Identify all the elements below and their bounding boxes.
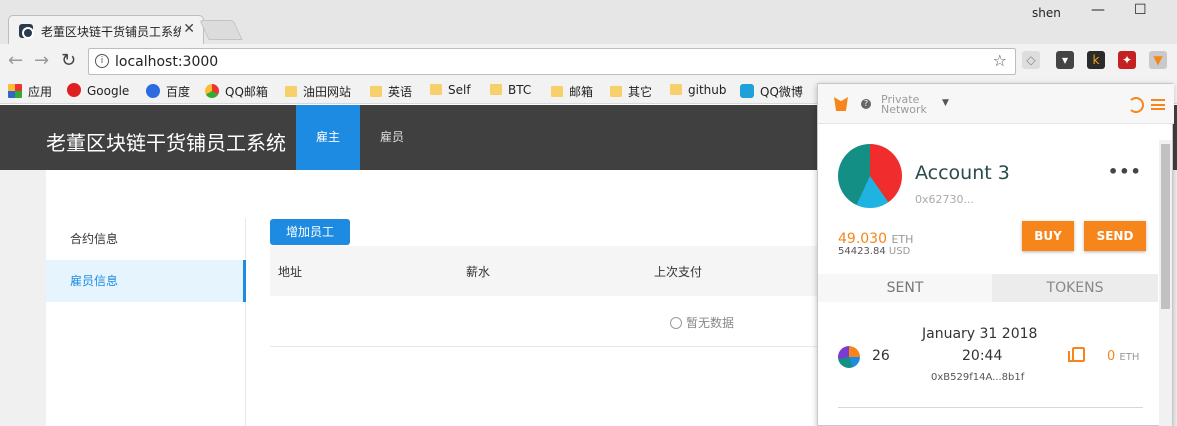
bookmark-apps[interactable]: 应用 [8,83,52,100]
folder-icon [430,84,442,95]
sync-icon[interactable] [1128,97,1144,113]
send-button[interactable]: SEND [1084,221,1146,251]
eth-balance: 49.030 ETH [838,231,914,247]
add-employee-button[interactable]: 增加员工 [270,219,350,245]
bookmark-folder-oilfield[interactable]: 油田网站 [285,83,351,100]
folder-icon [490,84,502,95]
bookmark-baidu[interactable]: 百度 [146,83,190,100]
account-name: Account 3 [915,162,1010,184]
menu-icon[interactable] [1151,99,1165,110]
account-more-icon[interactable]: ••• [1108,162,1142,181]
tab-title: 老董区块链干货铺员工系统 [41,25,181,39]
metamask-scroll-thumb[interactable] [1161,144,1170,309]
bookmark-folder-btc[interactable]: BTC [490,83,531,97]
browser-toolbar: ← → ↻ i localhost:3000 ☆ ◇ ▾ k ✦ ▼ [0,44,1177,78]
metamask-topbar: ? Private Network ▼ [818,84,1174,124]
shield-extension-icon[interactable]: ◇ [1022,51,1040,69]
tab-tokens[interactable]: TOKENS [992,274,1158,302]
tx-nonce: 26 [872,348,890,364]
apps-icon [8,84,22,98]
bookmark-folder-english[interactable]: 英语 [370,83,412,100]
tx-value: 0 ETH [1107,349,1140,364]
buy-button[interactable]: BUY [1022,221,1074,251]
back-icon[interactable]: ← [8,50,23,71]
nav-tab-employee[interactable]: 雇员 [360,105,424,170]
metamask-popup: ? Private Network ▼ Account 3 0x62730...… [817,83,1174,426]
copy-icon[interactable] [1068,347,1085,362]
metamask-tabs: SENT TOKENS [818,274,1158,302]
folder-icon [285,86,297,97]
tx-time: 20:44 [962,348,1003,364]
tx-hash[interactable]: 0xB529f14A...8b1f [931,372,1024,383]
qqmail-icon [205,84,219,98]
bookmark-star-icon[interactable]: ☆ [993,51,1007,70]
network-name[interactable]: Private Network [881,94,927,115]
folder-icon [370,86,382,97]
tab-sent[interactable]: SENT [818,274,992,302]
forward-icon[interactable]: → [34,50,49,71]
account-identicon [838,144,902,208]
account-address[interactable]: 0x62730... [915,193,974,206]
folder-icon [610,86,622,97]
tab-close-icon[interactable]: ✕ [183,21,195,37]
folder-icon [670,84,682,95]
app-title: 老董区块链干货铺员工系统 [46,131,286,155]
menu-item-employee-info[interactable]: 雇员信息 [46,260,246,302]
side-menu: 合约信息 雇员信息 [46,218,246,426]
address-bar[interactable]: i localhost:3000 ☆ [88,48,1016,75]
weibo-icon [740,84,754,98]
metamask-fox-icon [834,97,848,111]
folder-icon [551,86,563,97]
column-header-last-paid[interactable]: 上次支付 [654,263,702,280]
maximize-button[interactable]: ☐ [1134,2,1147,18]
bookmark-qqmail[interactable]: QQ邮箱 [205,83,268,100]
table-divider [270,346,830,347]
metamask-extension-icon[interactable]: ▼ [1149,51,1167,69]
table-empty-state: 暂无数据 [670,314,734,331]
network-dropdown-icon[interactable]: ▼ [942,98,949,108]
baidu-icon [146,84,160,98]
empty-text: 暂无数据 [686,316,735,330]
google-icon [67,83,81,97]
network-help-icon[interactable]: ? [861,99,871,109]
menu-item-contract-info[interactable]: 合约信息 [46,218,246,260]
new-tab-button[interactable] [199,20,243,40]
table-header: 地址 薪水 上次支付 [270,246,830,296]
tx-divider [838,407,1143,408]
minimize-button[interactable]: — [1091,2,1105,18]
info-icon[interactable]: i [95,54,109,68]
bookmark-folder-github[interactable]: github [670,83,726,97]
pocket-extension-icon[interactable]: ▾ [1056,51,1074,69]
browser-tab[interactable]: 老董区块链干货铺员工系统 ✕ [8,15,204,45]
red-extension-icon[interactable]: ✦ [1118,51,1136,69]
bookmark-folder-other[interactable]: 其它 [610,83,652,100]
usd-balance: 54423.84 USD [838,246,911,257]
bookmark-google[interactable]: Google [67,83,129,98]
bookmark-folder-self[interactable]: Self [430,83,471,97]
app-favicon-icon [19,24,34,39]
column-header-salary[interactable]: 薪水 [466,263,490,280]
empty-face-icon [670,317,682,329]
bookmark-qqweibo[interactable]: QQ微博 [740,83,803,100]
k-extension-icon[interactable]: k [1087,51,1105,69]
tx-date: January 31 2018 [922,326,1038,342]
browser-tabbar: 老董区块链干货铺员工系统 ✕ shen — ☐ [0,0,1177,45]
reload-icon[interactable]: ↻ [61,50,76,71]
bookmark-folder-mailbox[interactable]: 邮箱 [551,83,593,100]
column-header-address[interactable]: 地址 [278,263,302,280]
profile-name[interactable]: shen [1032,6,1061,20]
url-text: localhost:3000 [115,54,219,70]
tx-identicon [838,346,860,368]
nav-tab-employer[interactable]: 雇主 [296,105,360,170]
